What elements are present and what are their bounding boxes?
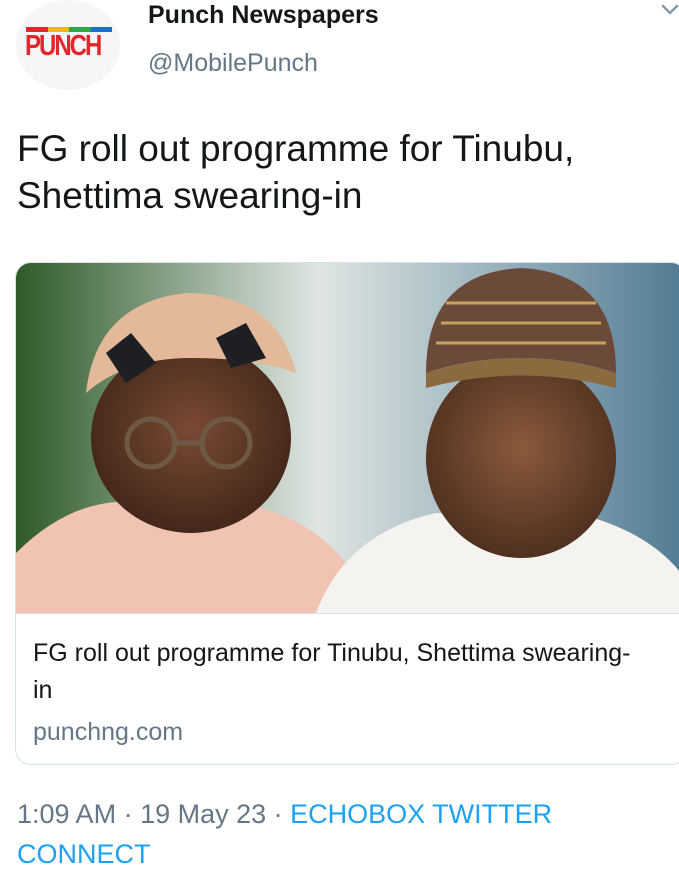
card-title[interactable]: FG roll out programme for Tinubu, Shetti… <box>33 635 633 709</box>
meta-separator: · <box>116 799 141 829</box>
chevron-down-icon[interactable] <box>661 2 679 18</box>
card-divider <box>16 613 679 614</box>
tweet-header: PUNCH Punch Newspapers @MobilePunch <box>0 0 679 100</box>
photo-icon <box>16 263 679 613</box>
avatar[interactable]: PUNCH <box>16 0 120 90</box>
tweet-text: FG roll out programme for Tinubu, Shetti… <box>17 128 575 216</box>
display-name[interactable]: Punch Newspapers <box>148 0 379 30</box>
punch-logo: PUNCH <box>25 30 102 63</box>
tweet-meta: 1:09 AM · 19 May 23 · ECHOBOX TWITTER CO… <box>17 794 617 874</box>
card-image[interactable] <box>16 263 679 613</box>
meta-separator: · <box>266 799 291 829</box>
tweet-time[interactable]: 1:09 AM <box>17 799 116 829</box>
card-domain[interactable]: punchng.com <box>33 715 183 749</box>
tweet-date[interactable]: 19 May 23 <box>140 799 266 829</box>
user-handle[interactable]: @MobilePunch <box>148 46 318 80</box>
link-card[interactable]: FG roll out programme for Tinubu, Shetti… <box>15 262 679 765</box>
